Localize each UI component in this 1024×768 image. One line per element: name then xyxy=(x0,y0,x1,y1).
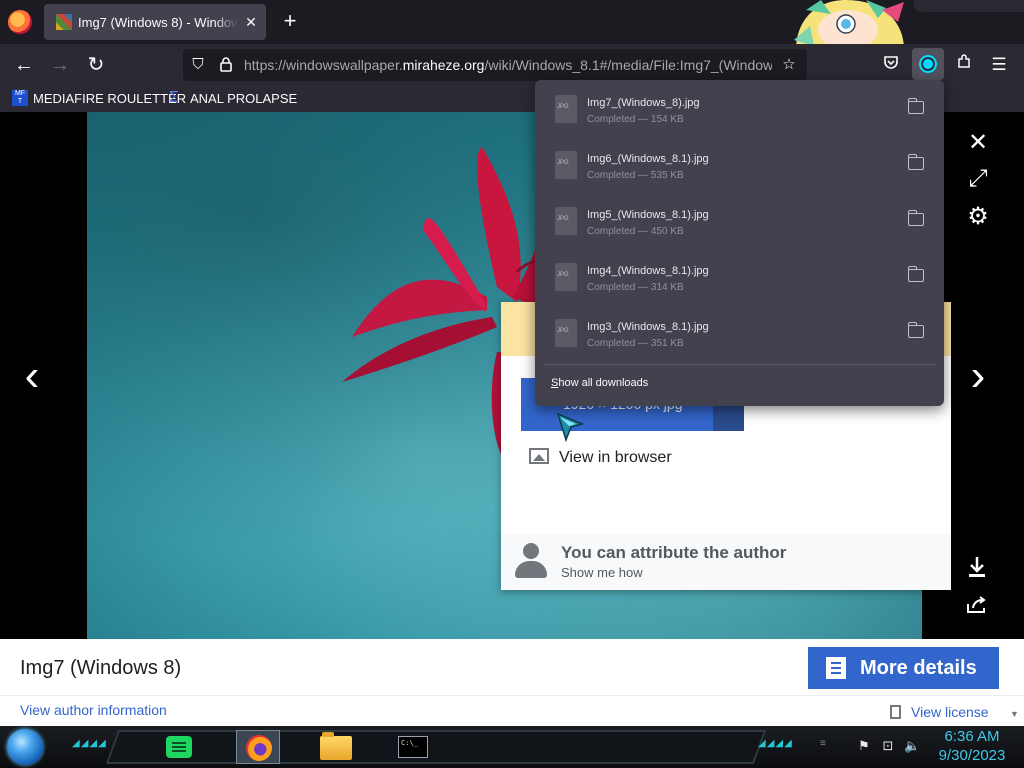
share-icon[interactable] xyxy=(963,594,991,622)
url-text[interactable]: https://windowswallpaper.miraheze.org/wi… xyxy=(244,57,772,73)
taskbar-command-prompt[interactable]: C:\_ xyxy=(392,730,436,764)
mouse-cursor-icon xyxy=(556,412,584,443)
download-icon[interactable] xyxy=(963,556,991,584)
taskbar-file-explorer[interactable] xyxy=(314,730,358,764)
view-in-browser-link[interactable]: View in browser xyxy=(529,446,672,470)
spotify-icon xyxy=(166,736,192,758)
download-item[interactable]: JPG Img5_(Windows_8.1).jpg Completed — 4… xyxy=(543,195,936,247)
tab-favicon-icon xyxy=(56,14,72,30)
firefox-icon xyxy=(246,735,272,761)
open-folder-icon[interactable] xyxy=(907,322,924,338)
file-title: Img7 (Windows 8) xyxy=(20,657,182,679)
download-status: Completed — 351 KB xyxy=(587,338,684,349)
download-filename: Img7_(Windows_8).jpg xyxy=(587,97,700,109)
jpg-file-icon: JPG xyxy=(555,319,577,347)
download-status: Completed — 450 KB xyxy=(587,226,684,237)
license-icon xyxy=(890,705,901,719)
sigma-icon: Σ xyxy=(169,89,179,106)
lock-icon[interactable] xyxy=(217,56,235,74)
taskbar-frame xyxy=(105,730,767,764)
hamburger-menu-icon[interactable]: ☰ xyxy=(986,52,1012,78)
download-filename: Img6_(Windows_8.1).jpg xyxy=(587,153,709,165)
volume-icon[interactable]: 🔈 xyxy=(904,738,920,754)
show-hidden-icons[interactable]: ≡ xyxy=(820,738,827,749)
download-filename: Img5_(Windows_8.1).jpg xyxy=(587,209,709,221)
tab-bar: Img7 (Windows 8) - Windows 8 ✕ + xyxy=(0,0,1024,50)
attribution-title: You can attribute the author xyxy=(561,543,787,562)
window-frame-decoration xyxy=(914,0,1024,12)
bookmark-second[interactable]: Σ ANAL PROLAPSE xyxy=(169,90,297,108)
open-folder-icon[interactable] xyxy=(907,98,924,114)
taskbar-decoration: ◢◢◢◢ xyxy=(72,738,107,749)
bookmark-mediafire[interactable]: MF T MEDIAFIRE ROULETTER xyxy=(12,90,186,108)
taskbar-firefox[interactable] xyxy=(236,730,280,764)
extensions-icon[interactable] xyxy=(951,52,977,78)
file-info-bar: Img7 (Windows 8) More details View autho… xyxy=(0,639,1024,726)
open-folder-icon[interactable] xyxy=(907,210,924,226)
downloads-panel: JPG Img7_(Windows_8).jpg Completed — 154… xyxy=(535,80,944,406)
next-image-button[interactable]: › xyxy=(958,352,998,400)
taskbar: ◢◢◢◢ C:\_ ◢◢◢◢ ≡ ⚑ ⊡ 🔈 6:36 AM 9/30/2023 xyxy=(0,726,1024,768)
license-link[interactable]: View license xyxy=(890,704,989,720)
download-item[interactable]: JPG Img3_(Windows_8.1).jpg Completed — 3… xyxy=(543,307,936,359)
new-tab-button[interactable]: + xyxy=(278,10,302,34)
attribution-panel[interactable]: You can attribute the author Show me how xyxy=(501,534,951,590)
url-bar[interactable]: ⛉ https://windowswallpaper.miraheze.org/… xyxy=(183,49,807,81)
clock-date[interactable]: 9/30/2023 xyxy=(934,747,1010,764)
open-folder-icon[interactable] xyxy=(907,266,924,282)
action-center-flag-icon[interactable]: ⚑ xyxy=(856,738,872,754)
command-prompt-icon: C:\_ xyxy=(398,736,428,758)
previous-image-button[interactable]: ‹ xyxy=(12,352,52,400)
image-icon xyxy=(529,448,549,464)
close-viewer-icon[interactable]: ✕ xyxy=(963,128,993,158)
user-avatar-icon xyxy=(515,543,547,579)
mediafire-icon: MF T xyxy=(12,90,28,106)
shield-icon[interactable]: ⛉ xyxy=(189,56,207,74)
jpg-file-icon: JPG xyxy=(555,151,577,179)
taskbar-spotify[interactable] xyxy=(156,730,200,764)
pocket-icon[interactable] xyxy=(878,52,904,78)
download-item[interactable]: JPG Img7_(Windows_8).jpg Completed — 154… xyxy=(543,83,936,135)
firefox-menu-icon[interactable] xyxy=(8,10,32,34)
tab-title: Img7 (Windows 8) - Windows 8 xyxy=(78,15,238,30)
more-details-button[interactable]: More details xyxy=(808,647,999,689)
download-item[interactable]: JPG Img6_(Windows_8.1).jpg Completed — 5… xyxy=(543,139,936,191)
download-status: Completed — 314 KB xyxy=(587,282,684,293)
details-icon xyxy=(826,657,846,679)
settings-gear-icon[interactable]: ⚙ xyxy=(963,202,993,232)
divider xyxy=(543,364,936,365)
download-progress-icon xyxy=(919,55,937,73)
scroll-down-arrow-icon[interactable]: ▼ xyxy=(1010,709,1019,719)
reload-button[interactable]: ↻ xyxy=(83,52,109,78)
show-me-how-link[interactable]: Show me how xyxy=(561,565,643,580)
downloads-button[interactable] xyxy=(912,48,944,80)
divider xyxy=(0,695,1024,696)
download-filename: Img4_(Windows_8.1).jpg xyxy=(587,265,709,277)
forward-button[interactable]: → xyxy=(47,52,73,78)
author-info-link[interactable]: View author information xyxy=(20,702,167,718)
taskbar-decoration: ◢◢◢◢ xyxy=(758,738,793,749)
clock-time[interactable]: 6:36 AM xyxy=(934,728,1010,745)
tab-active[interactable]: Img7 (Windows 8) - Windows 8 ✕ xyxy=(44,4,266,40)
bookmark-star-icon[interactable]: ☆ xyxy=(780,56,798,74)
download-status: Completed — 154 KB xyxy=(587,114,684,125)
show-all-downloads-link[interactable]: Show all downloads xyxy=(551,377,648,389)
download-item[interactable]: JPG Img4_(Windows_8.1).jpg Completed — 3… xyxy=(543,251,936,303)
folder-icon xyxy=(320,732,352,760)
start-button[interactable] xyxy=(7,729,43,765)
anime-mascot-icon xyxy=(794,0,904,50)
jpg-file-icon: JPG xyxy=(555,207,577,235)
fullscreen-icon[interactable]: ⤢ xyxy=(963,164,993,194)
back-button[interactable]: ← xyxy=(11,52,37,78)
download-status: Completed — 535 KB xyxy=(587,170,684,181)
jpg-file-icon: JPG xyxy=(555,263,577,291)
download-filename: Img3_(Windows_8.1).jpg xyxy=(587,321,709,333)
network-icon[interactable]: ⊡ xyxy=(880,738,896,754)
open-folder-icon[interactable] xyxy=(907,154,924,170)
jpg-file-icon: JPG xyxy=(555,95,577,123)
tab-close-icon[interactable]: ✕ xyxy=(242,13,260,31)
